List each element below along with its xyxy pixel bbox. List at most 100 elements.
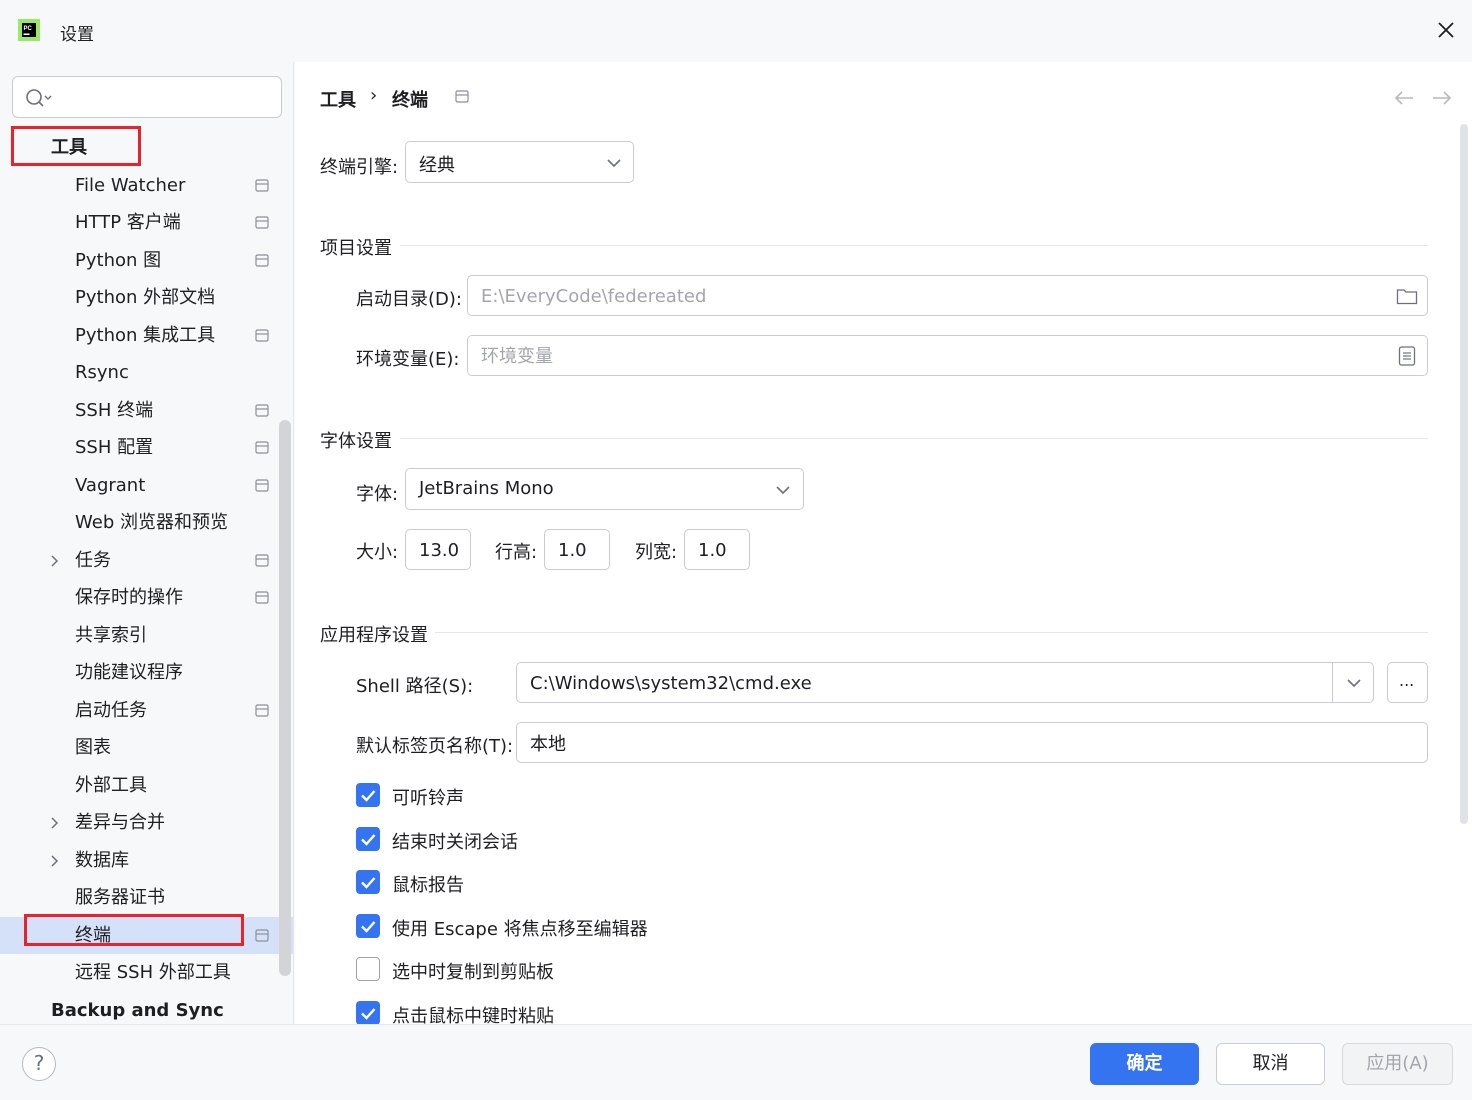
close-icon[interactable]: [1434, 18, 1458, 42]
column-width-field[interactable]: [684, 529, 750, 570]
checkbox[interactable]: [356, 957, 380, 982]
sidebar-item-label: 任务: [75, 549, 111, 571]
sidebar-item-label: Web 浏览器和预览: [75, 512, 228, 533]
sidebar-item-label: 远程 SSH 外部工具: [75, 962, 231, 983]
sidebar-item-图表[interactable]: 图表: [0, 729, 293, 766]
font-size-input[interactable]: [419, 536, 467, 564]
sidebar-item-rsync[interactable]: Rsync: [0, 354, 293, 391]
browse-shell-button[interactable]: ...: [1387, 662, 1428, 703]
sidebar-item-label: Python 集成工具: [75, 324, 216, 346]
terminal-engine-dropdown[interactable]: 经典: [405, 141, 634, 183]
search-input[interactable]: [57, 85, 267, 109]
checkbox-label[interactable]: 鼠标报告: [392, 871, 464, 897]
default-tab-name-input[interactable]: [530, 729, 1410, 757]
checkbox-label[interactable]: 结束时关闭会话: [392, 828, 518, 854]
sidebar-item-label: HTTP 客户端: [75, 212, 181, 233]
project-scope-icon: [255, 441, 269, 454]
sidebar-item-保存时的操作[interactable]: 保存时的操作: [0, 579, 293, 616]
project-scope-icon: [255, 591, 269, 604]
line-height-field[interactable]: [544, 529, 610, 570]
checkbox-label[interactable]: 可听铃声: [392, 784, 464, 810]
start-dir-field[interactable]: [467, 275, 1428, 316]
checkbox[interactable]: [356, 783, 380, 807]
window-title: 设置: [60, 25, 94, 45]
sidebar-scrollbar[interactable]: [279, 420, 291, 976]
sidebar-item-backup-and-sync[interactable]: Backup and Sync: [0, 992, 293, 1025]
shell-path-input[interactable]: [530, 669, 1330, 697]
sidebar-item-任务[interactable]: 任务: [0, 542, 293, 579]
chevron-right-icon[interactable]: [48, 554, 60, 568]
checkbox-label[interactable]: 选中时复制到剪贴板: [392, 958, 554, 984]
checkmark-icon: [361, 920, 376, 933]
checkmark-icon: [361, 877, 376, 889]
sidebar-item-label: 服务器证书: [75, 887, 165, 908]
sidebar-item-共享索引[interactable]: 共享索引: [0, 617, 293, 654]
sidebar-item-ssh-终端[interactable]: SSH 终端: [0, 392, 293, 429]
settings-search[interactable]: [12, 76, 282, 118]
chevron-down-icon: [776, 486, 790, 495]
chevron-down-icon[interactable]: [1347, 679, 1361, 688]
sidebar-item-vagrant[interactable]: Vagrant: [0, 467, 293, 504]
sidebar-item-服务器证书[interactable]: 服务器证书: [0, 879, 293, 916]
content-scrollbar[interactable]: [1460, 124, 1468, 824]
sidebar-item-远程-ssh-外部工具[interactable]: 远程 SSH 外部工具: [0, 954, 293, 991]
sidebar-item-label: SSH 配置: [75, 437, 154, 458]
sidebar-item-label: Vagrant: [75, 474, 146, 496]
start-dir-input[interactable]: [481, 282, 1381, 310]
project-scope-icon: [255, 216, 269, 229]
sidebar-item-file-watcher[interactable]: File Watcher: [0, 167, 293, 204]
pycharm-logo-icon: PC: [18, 19, 40, 41]
font-size-field[interactable]: [405, 529, 471, 570]
sidebar-item-label: File Watcher: [75, 174, 186, 196]
sidebar-item-python-图[interactable]: Python 图: [0, 242, 293, 279]
sidebar-item-差异与合并[interactable]: 差异与合并: [0, 804, 293, 841]
column-width-input[interactable]: [698, 536, 746, 564]
font-label: 字体:: [356, 484, 399, 505]
sidebar-item-终端[interactable]: 终端: [0, 916, 293, 954]
list-edit-icon[interactable]: [1396, 346, 1418, 366]
project-settings-heading: 项目设置: [320, 238, 392, 259]
default-tab-name-field[interactable]: [516, 722, 1428, 763]
project-scope-icon: [255, 478, 269, 492]
folder-icon[interactable]: [1396, 286, 1418, 306]
help-button[interactable]: ?: [22, 1047, 56, 1081]
sidebar-item-label: 保存时的操作: [75, 587, 183, 608]
section-divider: [400, 245, 1428, 246]
sidebar-item-http-客户端[interactable]: HTTP 客户端: [0, 204, 293, 241]
apply-button[interactable]: 应用(A): [1342, 1043, 1453, 1085]
sidebar-item-web-浏览器和预览[interactable]: Web 浏览器和预览: [0, 504, 293, 541]
font-size-label: 大小:: [356, 542, 399, 563]
env-vars-input[interactable]: [481, 342, 1381, 370]
checkbox-label[interactable]: 点击鼠标中键时粘贴: [392, 1002, 554, 1024]
font-value: JetBrains Mono: [419, 478, 554, 499]
checkbox[interactable]: [356, 1001, 380, 1024]
sidebar-item-python-外部文档[interactable]: Python 外部文档: [0, 279, 293, 316]
project-scope-icon: [255, 253, 269, 267]
shell-path-combo[interactable]: [516, 662, 1374, 703]
sidebar-item-启动任务[interactable]: 启动任务: [0, 692, 293, 729]
sidebar-item-数据库[interactable]: 数据库: [0, 842, 293, 879]
checkbox[interactable]: [356, 913, 380, 938]
sidebar-item-ssh-配置[interactable]: SSH 配置: [0, 429, 293, 466]
chevron-right-icon[interactable]: [48, 816, 60, 830]
checkbox[interactable]: [356, 870, 380, 895]
sidebar-item-外部工具[interactable]: 外部工具: [0, 767, 293, 804]
breadcrumb-separator: ›: [370, 85, 378, 106]
cancel-button[interactable]: 取消: [1216, 1043, 1325, 1085]
sidebar-item-label: Python 外部文档: [75, 287, 216, 308]
font-dropdown[interactable]: JetBrains Mono: [405, 468, 804, 510]
env-vars-field[interactable]: [467, 335, 1428, 376]
sidebar-item-工具[interactable]: 工具: [0, 129, 293, 166]
checkbox-label[interactable]: 使用 Escape 将焦点移至编辑器: [392, 915, 648, 941]
back-arrow-icon[interactable]: [1393, 90, 1415, 106]
forward-arrow-icon[interactable]: [1431, 90, 1453, 106]
svg-text:PC: PC: [24, 26, 33, 32]
section-divider: [400, 438, 1428, 439]
ok-button[interactable]: 确定: [1090, 1043, 1199, 1085]
breadcrumb-parent[interactable]: 工具: [320, 86, 356, 112]
sidebar-item-python-集成工具[interactable]: Python 集成工具: [0, 317, 293, 354]
line-height-input[interactable]: [558, 536, 606, 564]
checkbox[interactable]: [356, 826, 380, 851]
sidebar-item-功能建议程序[interactable]: 功能建议程序: [0, 654, 293, 691]
chevron-right-icon[interactable]: [48, 854, 60, 868]
